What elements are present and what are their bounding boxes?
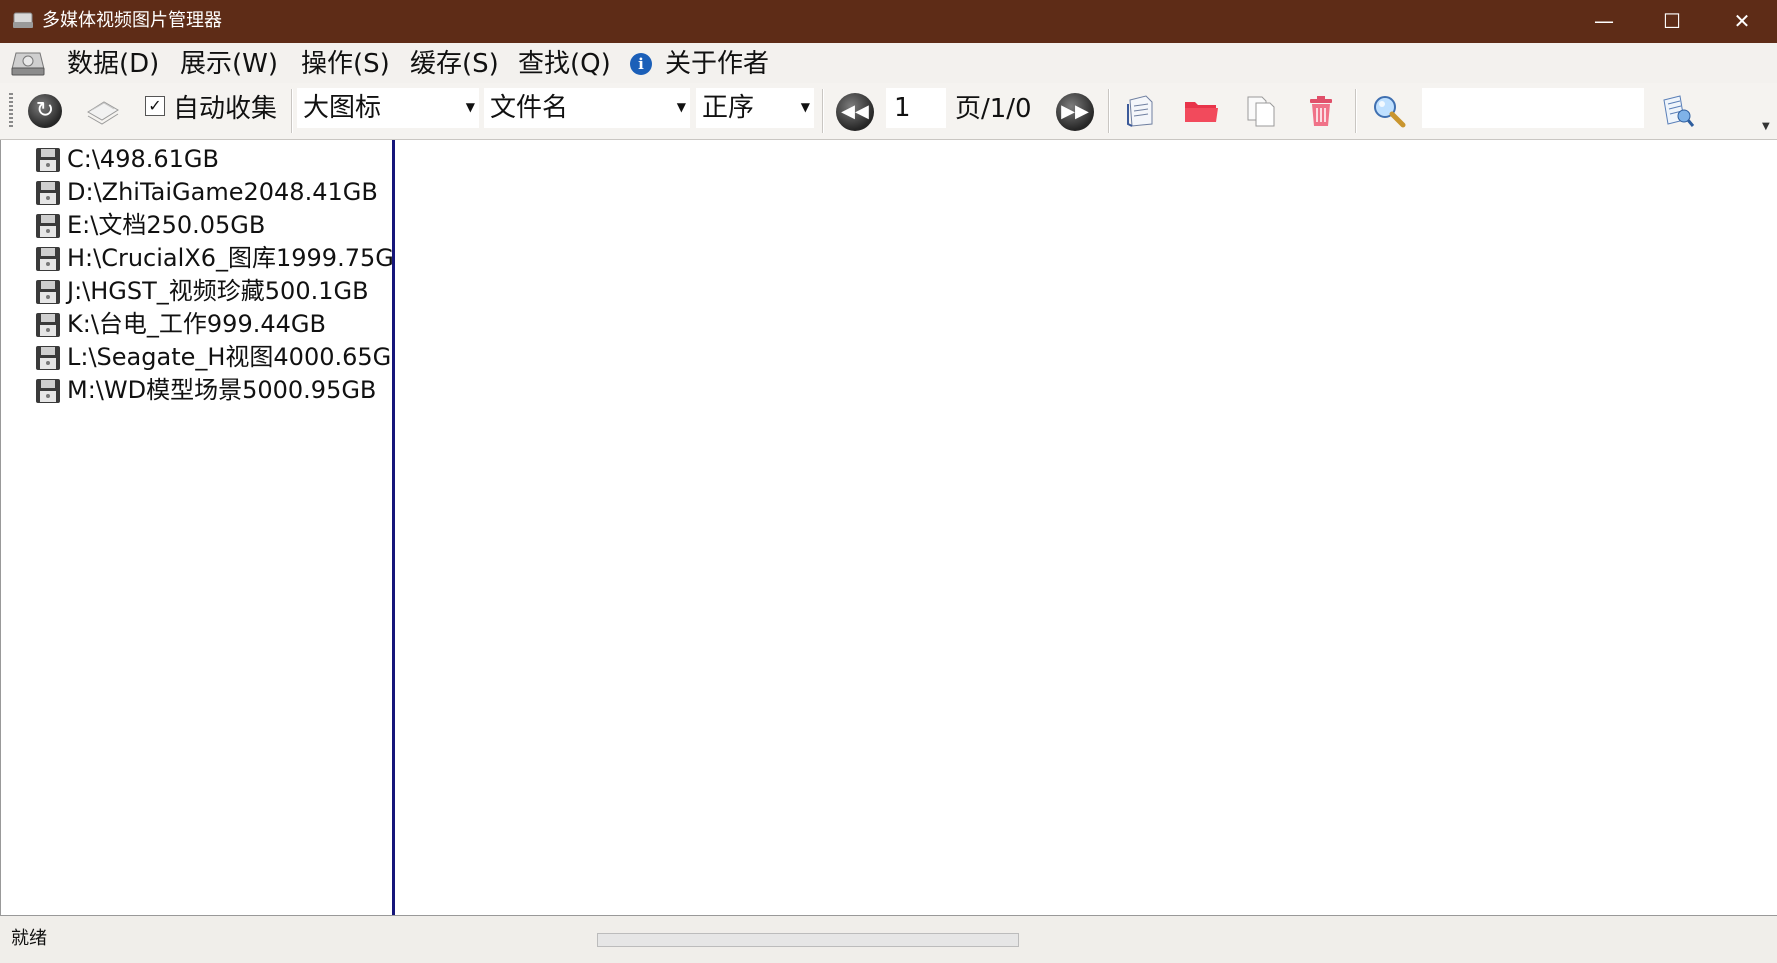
floppy-disk-icon — [36, 379, 60, 403]
drive-label: D:\ZhiTaiGame2048.41GB — [67, 178, 378, 206]
page-number-input[interactable]: 1 — [886, 88, 946, 128]
page-number-value: 1 — [894, 93, 911, 123]
sort-field-value: 文件名 — [490, 93, 569, 123]
toolbar-overflow-icon[interactable]: ▼ — [1762, 121, 1770, 132]
drive-label: C:\498.61GB — [67, 145, 219, 173]
next-page-icon[interactable]: ▶▶ — [1056, 93, 1094, 131]
toolbar-separator — [822, 89, 824, 133]
toolbar-separator — [1355, 89, 1357, 133]
menu-about-author[interactable]: 关于作者 — [665, 49, 769, 79]
sort-field-select[interactable]: 文件名 ▼ — [484, 88, 690, 128]
toolbar: ↻ ✓ 自动收集 大图标 ▼ 文件名 ▼ 正序 ▼ ◀◀ 1 页/1/0 ▶▶ — [0, 83, 1777, 140]
info-icon: i — [630, 53, 652, 75]
drive-label: E:\文档250.05GB — [67, 211, 266, 239]
refresh-button[interactable]: ↻ — [26, 92, 64, 130]
floppy-disk-icon — [36, 247, 60, 271]
view-mode-select[interactable]: 大图标 ▼ — [297, 88, 479, 128]
auto-collect-checkbox[interactable]: ✓ — [145, 96, 165, 116]
search-icon[interactable] — [1370, 92, 1408, 130]
minimize-button[interactable]: — — [1568, 0, 1640, 43]
floppy-disk-icon — [36, 181, 60, 205]
progress-bar — [597, 933, 1019, 947]
floppy-disk-icon — [36, 214, 60, 238]
dropdown-arrow-icon: ▼ — [465, 100, 475, 114]
menu-display[interactable]: 展示(W) — [180, 49, 278, 79]
toolbar-separator — [1108, 89, 1110, 133]
floppy-disk-icon — [36, 280, 60, 304]
sort-order-select[interactable]: 正序 ▼ — [696, 88, 814, 128]
status-bar: 就绪 — [0, 916, 1777, 963]
menu-find[interactable]: 查找(Q) — [518, 49, 611, 79]
menu-bar: 数据(D) 展示(W) 操作(S) 缓存(S) 查找(Q) i 关于作者 — [0, 43, 1777, 83]
title-bar: 多媒体视频图片管理器 — ☐ ✕ — [0, 0, 1777, 43]
drive-label: J:\HGST_视频珍藏500.1GB — [67, 277, 369, 305]
toolbar-separator — [291, 89, 293, 133]
prev-page-icon[interactable]: ◀◀ — [836, 93, 874, 131]
floppy-disk-icon — [36, 148, 60, 172]
settings-icon[interactable] — [1658, 92, 1696, 130]
dropdown-arrow-icon: ▼ — [800, 100, 810, 114]
window-title: 多媒体视频图片管理器 — [42, 10, 222, 31]
toolbar-grip[interactable] — [9, 93, 13, 129]
auto-collect-label: 自动收集 — [173, 94, 278, 124]
folder-icon[interactable] — [1182, 92, 1220, 130]
content-area[interactable] — [395, 140, 1777, 915]
search-input[interactable] — [1422, 88, 1644, 128]
close-button[interactable]: ✕ — [1706, 0, 1777, 43]
copy-icon[interactable] — [1242, 92, 1280, 130]
view-mode-value: 大图标 — [303, 93, 382, 123]
menu-data[interactable]: 数据(D) — [67, 49, 159, 79]
drive-tree[interactable]: C:\498.61GB D:\ZhiTaiGame2048.41GB E:\文档… — [1, 140, 410, 915]
menu-operation[interactable]: 操作(S) — [301, 49, 390, 79]
drive-label: H:\CrucialX6_图库1999.75GB — [67, 244, 411, 272]
app-drive-icon — [13, 12, 33, 28]
maximize-button[interactable]: ☐ — [1636, 0, 1708, 43]
page-info-label: 页/1/0 — [955, 94, 1032, 124]
floppy-disk-icon — [36, 313, 60, 337]
document-icon[interactable] — [1122, 92, 1160, 130]
floppy-disk-icon — [36, 346, 60, 370]
sort-order-value: 正序 — [702, 93, 755, 123]
menu-cache[interactable]: 缓存(S) — [410, 49, 499, 79]
drive-label: M:\WD模型场景5000.95GB — [67, 376, 377, 404]
trash-icon[interactable] — [1302, 92, 1340, 130]
status-text: 就绪 — [11, 928, 47, 949]
drive-logo-icon — [11, 52, 45, 76]
collect-icon[interactable] — [84, 92, 122, 130]
drive-label: L:\Seagate_H视图4000.65GB — [67, 343, 408, 371]
dropdown-arrow-icon: ▼ — [676, 100, 686, 114]
drive-label: K:\台电_工作999.44GB — [67, 310, 326, 338]
